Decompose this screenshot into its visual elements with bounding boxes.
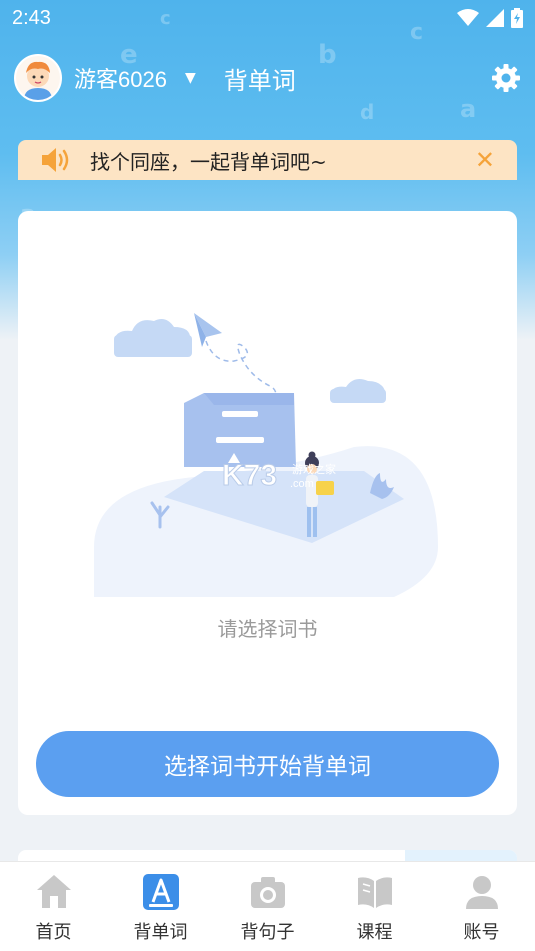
wifi-icon [457,9,479,26]
start-memorizing-button[interactable]: 选择词书开始背单词 [36,731,499,797]
gear-icon[interactable] [491,63,521,93]
camera-icon [250,877,285,908]
word-book-card: K73 游戏之家 .com 请选择词书 选择词书开始背单词 [18,211,517,815]
user-icon [465,876,498,909]
empty-state-illustration: K73 游戏之家 .com [94,313,438,597]
close-icon[interactable]: ✕ [475,148,495,172]
tab-courses[interactable]: 课程 [330,872,420,944]
watermark-subtitle: 游戏之家 [292,462,336,476]
speaker-icon [42,148,69,172]
tab-label: 课程 [356,922,393,943]
home-icon [36,875,71,908]
tab-home[interactable]: 首页 [9,872,99,944]
tab-memorize-words[interactable]: 背单词 [116,872,206,944]
username[interactable]: 游客6026 [74,62,167,94]
avatar-boy-icon [16,56,60,100]
open-book-icon [357,877,392,908]
page-title: 背单词 [223,66,296,95]
status-bar: 2:43 [0,0,535,36]
tab-label: 账号 [463,922,500,943]
header: 游客6026 ▼ 背单词 [0,50,535,106]
watermark-k73: K73 [222,459,277,492]
avatar[interactable] [14,54,62,102]
signal-icon [486,9,504,27]
tab-memorize-sentences[interactable]: 背句子 [223,872,313,944]
tab-label: 首页 [35,922,72,943]
watermark-domain: .com [290,478,314,490]
battery-icon [511,8,523,28]
notice-banner[interactable]: 找个同座，一起背单词吧~ ✕ [18,140,517,180]
tab-label: 背句子 [240,922,295,943]
status-icons [457,8,523,28]
tab-label: 背单词 [133,922,188,943]
notice-text: 找个同座，一起背单词吧~ [90,149,327,174]
chevron-down-icon[interactable]: ▼ [185,70,196,86]
word-book-icon [142,874,179,910]
tab-account[interactable]: 账号 [437,872,527,944]
bottom-tab-bar: 首页 背单词 背句子 课程 账号 [0,861,535,951]
empty-state-text: 请选择词书 [217,617,318,641]
status-time: 2:43 [12,6,51,29]
